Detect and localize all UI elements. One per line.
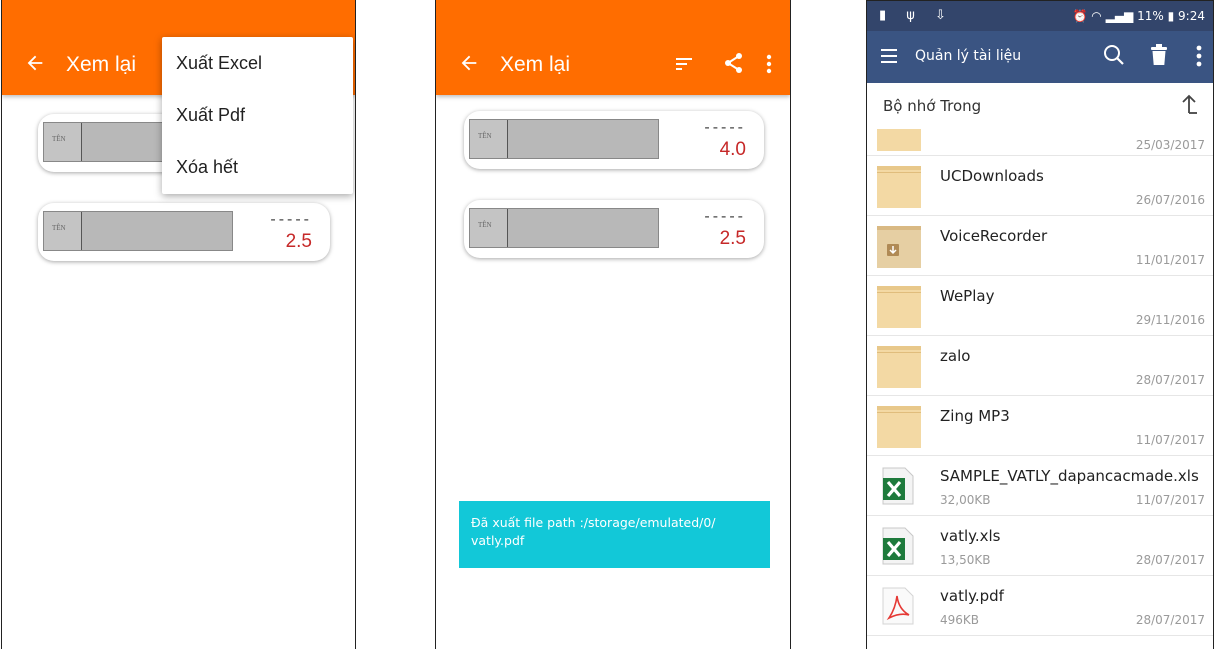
file-date: 28/07/2017 [1135, 553, 1205, 567]
file-size: 496KB [940, 613, 980, 627]
folder-icon [877, 286, 921, 328]
file-date: 28/07/2017 [1135, 613, 1205, 627]
list-item[interactable]: SAMPLE_VATLY_dapancacmade.xls 32,00KB 11… [867, 456, 1213, 516]
file-name: VoiceRecorder [940, 227, 1048, 245]
folder-icon [877, 406, 921, 448]
answer-sheet-thumbnail: TÊN [469, 119, 659, 159]
menu-item-export-excel[interactable]: Xuất Excel [176, 53, 262, 74]
menu-item-export-pdf[interactable]: Xuất Pdf [176, 105, 245, 126]
list-item[interactable]: UCDownloads 26/07/2016 [867, 156, 1213, 216]
excel-icon [882, 467, 914, 505]
file-date: 11/07/2017 [1135, 433, 1205, 447]
file-manager-toolbar: Quản lý tài liệu [867, 31, 1213, 83]
thumb-label: TÊN [478, 132, 492, 140]
file-date: 29/11/2016 [1135, 313, 1205, 327]
file-name: SAMPLE_VATLY_dapancacmade.xls [940, 467, 1199, 485]
list-item[interactable]: 25/03/2017 [867, 129, 1213, 156]
file-name: vatly.pdf [940, 587, 1004, 605]
up-level-icon[interactable] [1179, 93, 1199, 115]
page-title: Xem lại [500, 53, 571, 76]
status-bar: ▮ ψ ⇩ ⏰ ◠ ▂▄▆ 11% ▮ 9:24 [867, 1, 1213, 31]
phone-screen-review-menu: Xem lại TÊN TÊN ----- 2.5 Xuất Excel Xuấ… [1, 0, 356, 649]
file-name: WePlay [940, 287, 995, 305]
score-dashes: ----- [270, 211, 312, 228]
phone-screen-review-toast: Xem lại TÊN ----- 4.0 TÊN ----- 2.5 Đã x… [435, 0, 791, 649]
pdf-icon [882, 587, 914, 625]
score-value: 4.0 [719, 139, 746, 160]
battery-percent: 11% [1137, 9, 1164, 23]
thumb-label: TÊN [478, 221, 492, 229]
page-title: Quản lý tài liệu [915, 48, 1022, 64]
score-card[interactable]: TÊN ----- 4.0 [464, 111, 764, 169]
export-toast: Đã xuất file path :/storage/emulated/0/ … [459, 501, 770, 568]
score-card[interactable]: TÊN ----- 2.5 [464, 200, 764, 258]
score-value: 2.5 [285, 231, 312, 252]
answer-sheet-thumbnail: TÊN [43, 211, 233, 251]
file-name: vatly.xls [940, 527, 1001, 545]
search-icon[interactable] [1103, 44, 1125, 66]
more-vert-icon[interactable] [1196, 45, 1202, 67]
file-date: 25/03/2017 [1135, 138, 1205, 152]
file-date: 26/07/2016 [1135, 193, 1205, 207]
back-arrow-icon[interactable] [458, 52, 480, 74]
thumb-label: TÊN [52, 224, 66, 232]
folder-icon [877, 166, 921, 208]
trash-icon[interactable] [1150, 44, 1168, 66]
file-size: 13,50KB [940, 553, 991, 567]
path-bar: Bộ nhớ Trong [867, 83, 1213, 129]
sort-icon[interactable] [676, 56, 694, 72]
list-item[interactable]: vatly.pdf 496KB 28/07/2017 [867, 576, 1213, 636]
notification-icons: ▮ ψ ⇩ [879, 8, 954, 23]
signal-icon: ▂▄▆ [1105, 9, 1134, 23]
score-dashes: ----- [704, 208, 746, 225]
menu-item-delete-all[interactable]: Xóa hết [176, 157, 238, 178]
folder-icon [877, 129, 921, 151]
current-path: Bộ nhớ Trong [883, 97, 982, 115]
list-item[interactable]: VoiceRecorder 11/01/2017 [867, 216, 1213, 276]
alarm-icon: ⏰ [1072, 9, 1088, 23]
folder-download-icon [877, 226, 921, 268]
overflow-menu: Xuất Excel Xuất Pdf Xóa hết [162, 37, 353, 194]
file-name: Zing MP3 [940, 407, 1010, 425]
score-value: 2.5 [719, 228, 746, 249]
answer-sheet-thumbnail: TÊN [469, 208, 659, 248]
excel-icon [882, 527, 914, 565]
wifi-icon: ◠ [1091, 9, 1102, 23]
page-title: Xem lại [66, 53, 137, 76]
list-item[interactable]: WePlay 29/11/2016 [867, 276, 1213, 336]
file-date: 28/07/2017 [1135, 373, 1205, 387]
file-date: 11/01/2017 [1135, 253, 1205, 267]
score-dashes: ----- [704, 119, 746, 136]
file-list: 25/03/2017 UCDownloads 26/07/2016 VoiceR… [867, 129, 1213, 636]
file-date: 11/07/2017 [1135, 493, 1205, 507]
list-item[interactable]: zalo 28/07/2017 [867, 336, 1213, 396]
folder-icon [877, 346, 921, 388]
hamburger-menu-icon[interactable] [881, 49, 897, 63]
app-bar: Xem lại [436, 0, 790, 95]
more-vert-icon[interactable] [766, 54, 772, 74]
score-card[interactable]: TÊN ----- 2.5 [38, 203, 330, 261]
battery-icon: ▮ [1167, 9, 1175, 23]
file-name: UCDownloads [940, 167, 1044, 185]
thumb-label: TÊN [52, 135, 66, 143]
list-item[interactable]: vatly.xls 13,50KB 28/07/2017 [867, 516, 1213, 576]
file-size: 32,00KB [940, 493, 991, 507]
list-item[interactable]: Zing MP3 11/07/2017 [867, 396, 1213, 456]
share-icon[interactable] [724, 52, 744, 74]
back-arrow-icon[interactable] [24, 52, 46, 74]
clock: 9:24 [1178, 9, 1205, 23]
status-right: ⏰ ◠ ▂▄▆ 11% ▮ 9:24 [1073, 9, 1206, 23]
phone-screen-file-manager: ▮ ψ ⇩ ⏰ ◠ ▂▄▆ 11% ▮ 9:24 Quản lý tài liệ… [866, 0, 1214, 649]
file-name: zalo [940, 347, 971, 365]
